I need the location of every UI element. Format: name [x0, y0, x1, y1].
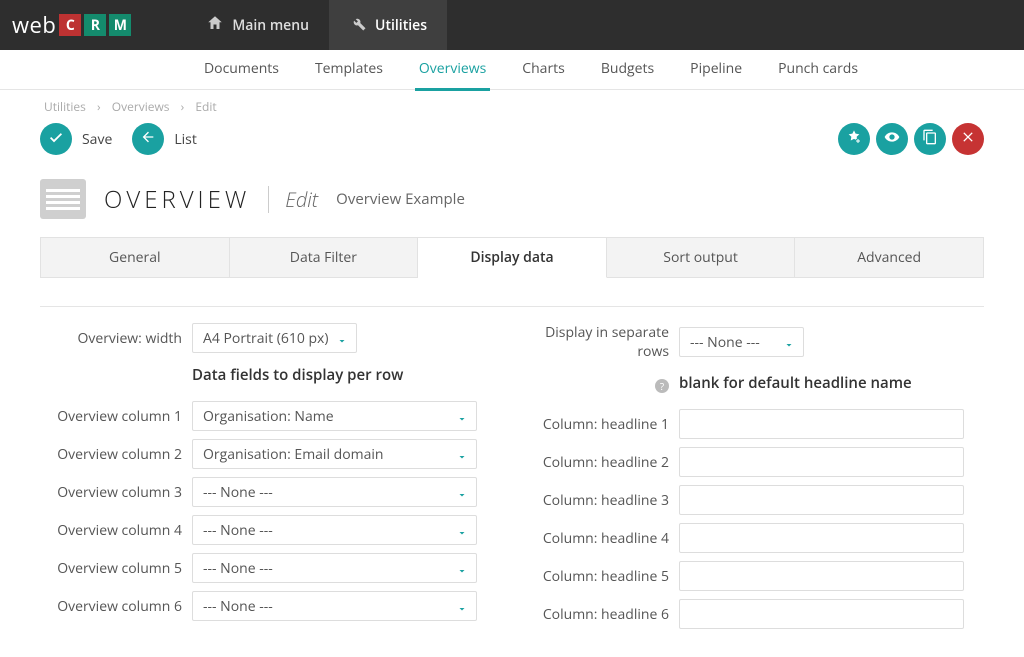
copy-button[interactable] [914, 123, 946, 155]
page-mode: Edit [268, 186, 318, 213]
top-bar: web C R M Main menu Utilities [0, 0, 1024, 50]
copy-icon [922, 129, 938, 150]
sub-nav: Documents Templates Overviews Charts Bud… [0, 50, 1024, 90]
col4-label: Overview column 4 [40, 521, 192, 540]
subnav-documents[interactable]: Documents [200, 49, 283, 90]
tab-sort-output[interactable]: Sort output [607, 237, 796, 278]
chevron-down-icon [456, 449, 466, 459]
star-add-button[interactable] [838, 123, 870, 155]
tab-display-data[interactable]: Display data [418, 237, 607, 278]
logo[interactable]: web C R M [12, 10, 131, 40]
col3-label: Overview column 3 [40, 483, 192, 502]
chevron-down-icon [783, 337, 793, 347]
headline6-label: Column: headline 6 [527, 605, 679, 624]
chevron-down-icon [456, 411, 466, 421]
breadcrumb-item: Edit [195, 98, 216, 115]
subnav-overviews[interactable]: Overviews [415, 49, 490, 91]
headline5-input[interactable] [679, 561, 964, 591]
chevron-down-icon [456, 487, 466, 497]
home-icon [206, 14, 224, 37]
wrench-icon [349, 14, 367, 37]
logo-text: web [12, 10, 56, 40]
tab-data-filter[interactable]: Data Filter [230, 237, 419, 278]
chevron-down-icon [456, 601, 466, 611]
col5-select[interactable]: --- None --- [192, 553, 477, 583]
headline1-label: Column: headline 1 [527, 415, 679, 434]
headline1-input[interactable] [679, 409, 964, 439]
headline3-label: Column: headline 3 [527, 491, 679, 510]
col2-label: Overview column 2 [40, 445, 192, 464]
breadcrumb-item[interactable]: Utilities [44, 98, 86, 115]
chevron-down-icon [456, 525, 466, 535]
logo-c: C [59, 14, 81, 36]
arrow-left-icon [140, 129, 156, 150]
col5-label: Overview column 5 [40, 559, 192, 578]
col2-select[interactable]: Organisation: Email domain [192, 439, 477, 469]
col6-select[interactable]: --- None --- [192, 591, 477, 621]
subnav-templates[interactable]: Templates [311, 49, 387, 90]
overview-icon [40, 179, 86, 219]
save-label: Save [82, 130, 112, 149]
headline4-input[interactable] [679, 523, 964, 553]
subnav-budgets[interactable]: Budgets [597, 49, 658, 90]
chevron-down-icon [456, 563, 466, 573]
headline6-input[interactable] [679, 599, 964, 629]
separate-rows-label: Display in separate rows [527, 323, 679, 361]
headline4-label: Column: headline 4 [527, 529, 679, 548]
utilities-button[interactable]: Utilities [329, 0, 447, 50]
headline2-input[interactable] [679, 447, 964, 477]
subnav-pipeline[interactable]: Pipeline [686, 49, 746, 90]
logo-r: R [84, 14, 106, 36]
subnav-punch-cards[interactable]: Punch cards [774, 49, 862, 90]
utilities-label: Utilities [375, 16, 427, 35]
list-button[interactable] [132, 123, 164, 155]
page-header: OVERVIEW Edit Overview Example [40, 179, 984, 219]
save-button[interactable] [40, 123, 72, 155]
col1-label: Overview column 1 [40, 407, 192, 426]
col1-select[interactable]: Organisation: Name [192, 401, 477, 431]
headline3-input[interactable] [679, 485, 964, 515]
col4-select[interactable]: --- None --- [192, 515, 477, 545]
tab-advanced[interactable]: Advanced [795, 237, 984, 278]
overview-width-value: A4 Portrait (610 px) [203, 329, 329, 348]
main-menu-button[interactable]: Main menu [186, 0, 329, 50]
breadcrumb: Utilities › Overviews › Edit [40, 98, 984, 115]
page-subtitle: Overview Example [336, 189, 465, 209]
col3-select[interactable]: --- None --- [192, 477, 477, 507]
preview-button[interactable] [876, 123, 908, 155]
help-icon[interactable]: ? [655, 379, 669, 393]
breadcrumb-sep: › [97, 98, 101, 115]
overview-width-select[interactable]: A4 Portrait (610 px) [192, 323, 357, 353]
list-label: List [174, 130, 197, 149]
section-right-title: blank for default headline name [679, 373, 912, 393]
chevron-down-icon [336, 333, 346, 343]
star-plus-icon [846, 129, 862, 150]
headline2-label: Column: headline 2 [527, 453, 679, 472]
close-icon [960, 129, 976, 150]
delete-button[interactable] [952, 123, 984, 155]
page-title: OVERVIEW [104, 183, 250, 216]
eye-icon [884, 129, 900, 150]
headline5-label: Column: headline 5 [527, 567, 679, 586]
separate-rows-select[interactable]: --- None --- [679, 327, 804, 357]
main-menu-label: Main menu [232, 16, 309, 35]
col6-label: Overview column 6 [40, 597, 192, 616]
breadcrumb-sep: › [181, 98, 185, 115]
tabs: General Data Filter Display data Sort ou… [40, 237, 984, 278]
check-icon [48, 129, 64, 150]
tab-general[interactable]: General [40, 237, 230, 278]
subnav-charts[interactable]: Charts [518, 49, 569, 90]
divider [40, 306, 984, 307]
section-left-title: Data fields to display per row [192, 365, 403, 385]
logo-m: M [109, 14, 131, 36]
overview-width-label: Overview: width [40, 329, 192, 348]
toolbar: Save List [40, 123, 984, 155]
breadcrumb-item[interactable]: Overviews [112, 98, 170, 115]
